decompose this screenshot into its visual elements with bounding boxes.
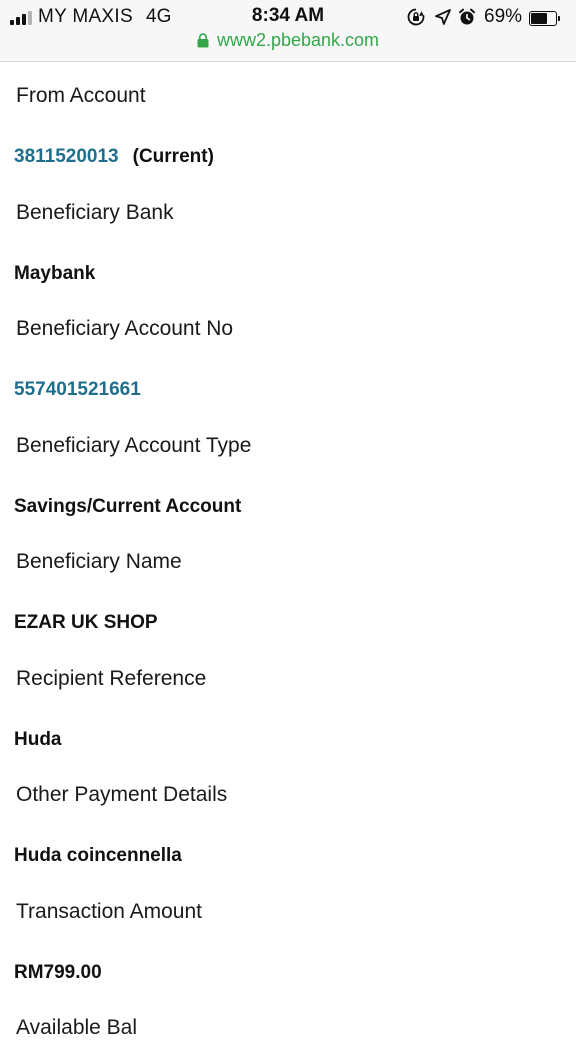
from-account-label: From Account (16, 84, 146, 107)
transaction-amount-label: Transaction Amount (16, 900, 202, 923)
beneficiary-account-no-value: 557401521661 (14, 379, 141, 400)
other-payment-details-value: Huda coincennella (14, 845, 182, 866)
status-bar: MY MAXIS 4G 8:34 AM 69% www2.pbebank.com (0, 0, 576, 62)
status-row: MY MAXIS 4G 8:34 AM 69% (0, 4, 576, 28)
battery-percentage: 69% (484, 6, 523, 27)
transaction-amount-value: RM799.00 (14, 962, 102, 983)
recipient-reference-value: Huda (14, 729, 62, 750)
url-text[interactable]: www2.pbebank.com (217, 30, 379, 51)
battery-icon (529, 11, 560, 26)
from-account-number: 3811520013 (14, 146, 119, 167)
location-arrow-icon (435, 9, 451, 25)
browser-url-bar[interactable]: www2.pbebank.com (0, 30, 576, 54)
beneficiary-account-type-label: Beneficiary Account Type (16, 434, 252, 457)
beneficiary-account-no-label: Beneficiary Account No (16, 317, 234, 340)
beneficiary-bank-label: Beneficiary Bank (16, 201, 174, 224)
beneficiary-account-type-value: Savings/Current Account (14, 496, 242, 517)
available-balance-label: Available Bal (16, 1016, 138, 1039)
beneficiary-name-value: EZAR UK SHOP (14, 612, 158, 633)
recipient-reference-label: Recipient Reference (16, 667, 207, 690)
beneficiary-name-label: Beneficiary Name (16, 550, 182, 573)
rotation-lock-icon (407, 8, 425, 26)
other-payment-details-label: Other Payment Details (16, 783, 228, 806)
alarm-clock-icon (459, 8, 475, 25)
from-account-type: (Current) (132, 146, 214, 167)
beneficiary-bank-value: Maybank (14, 263, 96, 284)
lock-icon (197, 33, 209, 48)
from-account-value: 3811520013 (Current) (14, 146, 214, 168)
